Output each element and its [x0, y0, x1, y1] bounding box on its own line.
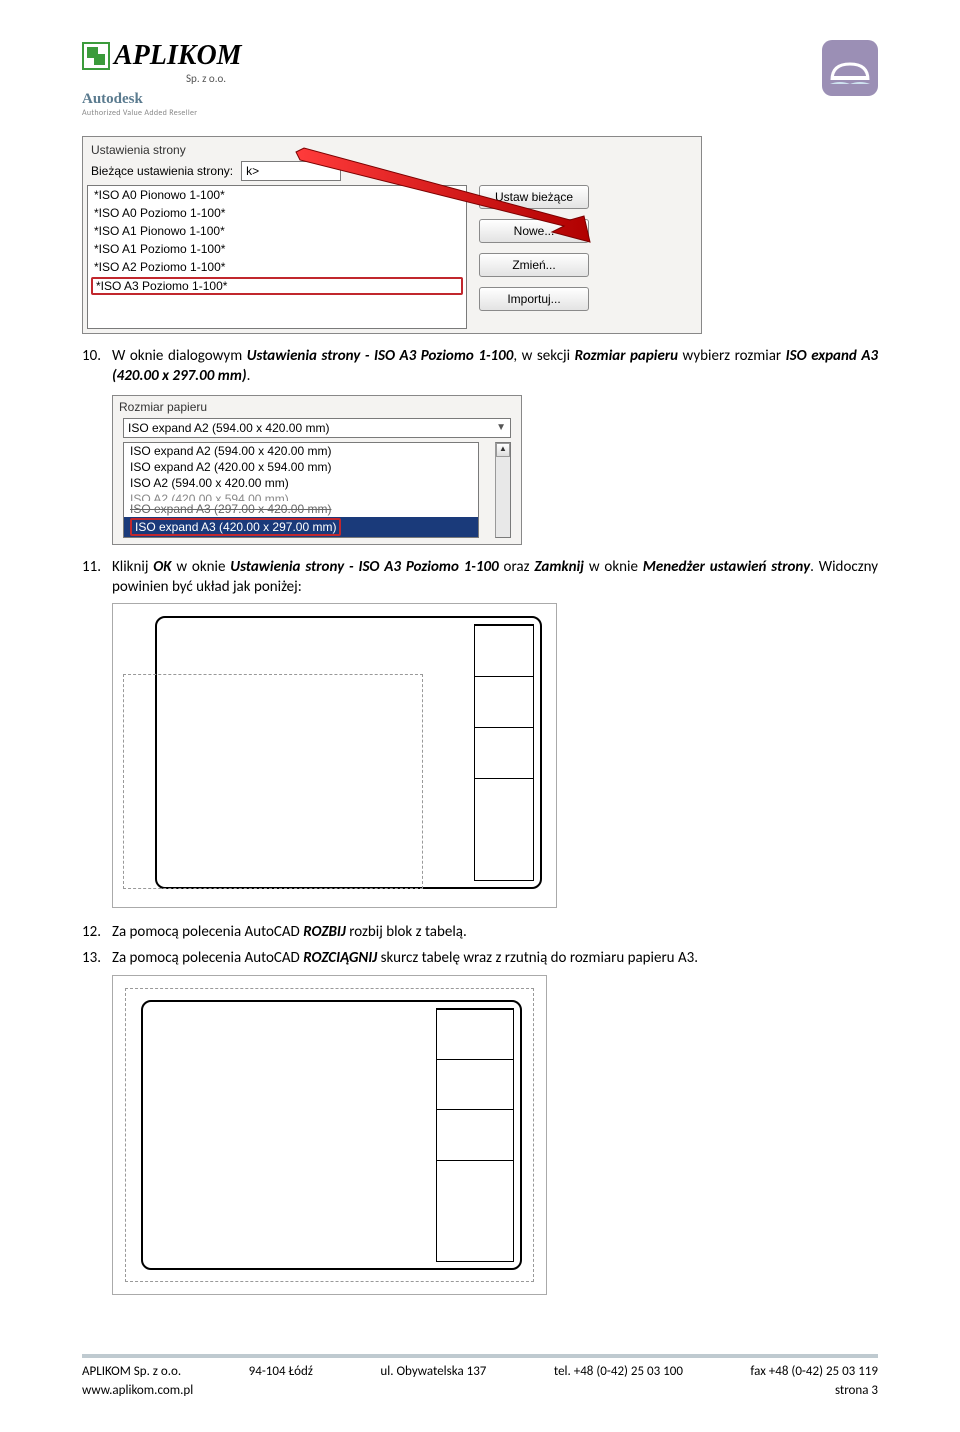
step-12: 12. Za pomocą polecenia AutoCAD ROZBIJ r…: [82, 922, 878, 942]
footer-postcode: 94-104 Łódź: [249, 1364, 313, 1379]
step-number: 12.: [82, 922, 112, 942]
footer-page-number: strona 3: [835, 1383, 878, 1398]
import-button[interactable]: Importuj...: [479, 287, 589, 311]
modify-button[interactable]: Zmień...: [479, 253, 589, 277]
autodesk-label: Autodesk: [82, 91, 242, 108]
logo-block: APLIKOM Sp. z o.o. Autodesk Authorized V…: [82, 40, 242, 118]
footer-company: APLIKOM Sp. z o.o.: [82, 1364, 181, 1379]
option[interactable]: ISO A2 (420.00 x 594.00 mm): [124, 491, 478, 501]
scrollbar[interactable]: ▲: [495, 442, 511, 538]
combo-value: ISO expand A2 (594.00 x 420.00 mm): [128, 421, 329, 435]
scroll-up-button[interactable]: ▲: [496, 443, 510, 457]
option-selected[interactable]: ISO expand A3 (420.00 x 297.00 mm): [124, 517, 478, 537]
bridge-icon: [822, 40, 878, 96]
step-number: 13.: [82, 948, 112, 968]
footer-tel: tel. +48 (0-42) 25 03 100: [554, 1364, 683, 1379]
layout-preview-1: [112, 603, 557, 908]
current-setup-label: Bieżące ustawienia strony:: [91, 164, 233, 178]
paper-size-dropdown[interactable]: ISO expand A2 (594.00 x 420.00 mm) ISO e…: [123, 442, 479, 538]
autodesk-block: Autodesk Authorized Value Added Reseller: [82, 91, 242, 118]
option[interactable]: ISO A2 (594.00 x 420.00 mm): [124, 475, 478, 491]
step-11: 11. Kliknij OK w oknie Ustawienia strony…: [82, 557, 878, 598]
autodesk-sub: Authorized Value Added Reseller: [82, 108, 242, 118]
footer-fax: fax +48 (0-42) 25 03 119: [750, 1364, 878, 1379]
company-suffix: Sp. z o.o.: [186, 72, 242, 85]
aplikom-logo-icon: [82, 42, 110, 70]
paper-size-combo[interactable]: ISO expand A2 (594.00 x 420.00 mm) ▼: [123, 418, 511, 438]
page-footer: APLIKOM Sp. z o.o. 94-104 Łódź ul. Obywa…: [82, 1354, 878, 1398]
option[interactable]: ISO expand A2 (594.00 x 420.00 mm): [124, 443, 478, 459]
paper-size-title: Rozmiar papieru: [119, 400, 519, 414]
step-10: 10. W oknie dialogowym Ustawienia strony…: [82, 346, 878, 387]
footer-website: www.aplikom.com.pl: [82, 1383, 193, 1398]
paper-size-dialog: Rozmiar papieru ISO expand A2 (594.00 x …: [112, 395, 522, 545]
footer-address: ul. Obywatelska 137: [380, 1364, 486, 1379]
page-header: APLIKOM Sp. z o.o. Autodesk Authorized V…: [82, 40, 878, 118]
option[interactable]: ISO expand A2 (420.00 x 594.00 mm): [124, 459, 478, 475]
combo-value: k>: [246, 164, 259, 178]
red-arrow-annotation: [290, 146, 600, 246]
step-13: 13. Za pomocą polecenia AutoCAD ROZCIĄGN…: [82, 948, 878, 968]
list-item[interactable]: *ISO A2 Poziomo 1-100*: [88, 258, 466, 276]
option-struck[interactable]: ISO expand A3 (297.00 x 420.00 mm): [124, 501, 478, 517]
chevron-down-icon: ▼: [496, 422, 506, 433]
step-number: 10.: [82, 346, 112, 387]
list-item-selected[interactable]: *ISO A3 Poziomo 1-100*: [91, 277, 463, 295]
layout-preview-2: [112, 975, 547, 1295]
company-name: APLIKOM: [114, 40, 242, 72]
step-number: 11.: [82, 557, 112, 598]
